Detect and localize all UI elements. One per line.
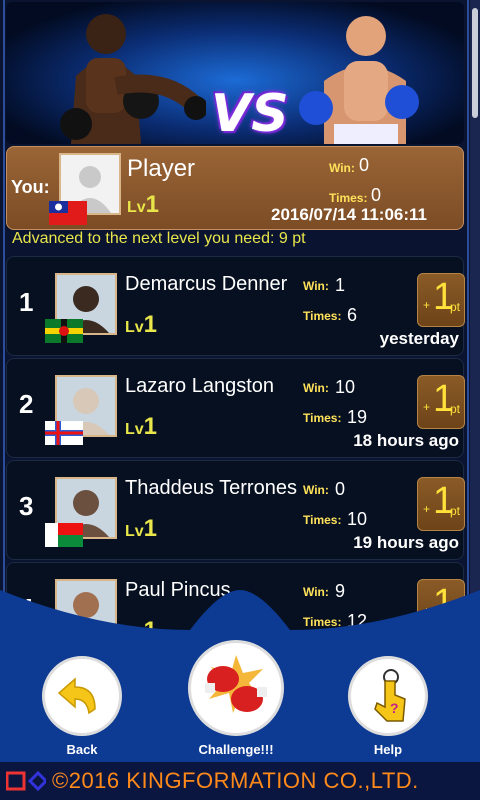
left-boxer-image [60, 14, 206, 144]
pt-unit: pt [450, 504, 461, 518]
ranking-row[interactable]: 3 Thaddeus Terrones Lv1 Win: 0 Times: 10… [6, 460, 465, 560]
taiwan-flag-icon [49, 201, 87, 225]
player-level: Lv1 [127, 191, 159, 219]
opponent-level: Lv1 [125, 311, 157, 339]
add-point-button[interactable]: + 1 pt [417, 375, 465, 429]
level-prefix: Lv [125, 319, 144, 336]
win-label: Win: [303, 483, 329, 497]
player-name: Player [127, 155, 196, 182]
right-boxer-image [299, 16, 419, 144]
opponent-name: Lazaro Langston [125, 375, 275, 397]
opponent-flag [45, 421, 83, 445]
you-label: You: [11, 177, 50, 197]
times-label: Times: [303, 309, 342, 323]
player-card: You: Player Lv1 Win: 0 Times: 0 2016/07/… [6, 146, 464, 230]
opponent-flag [45, 523, 83, 547]
level-value: 1 [143, 515, 158, 542]
opponent-name: Demarcus Denner [125, 273, 288, 295]
country-flag-icon [45, 523, 83, 547]
pt-plus: + [423, 502, 431, 516]
times-label: Times: [303, 411, 342, 425]
vs-label: VS [211, 84, 289, 144]
back-button-label[interactable]: Back [42, 742, 122, 757]
last-played-time: 19 hours ago [353, 533, 459, 552]
country-flag-icon [45, 319, 83, 343]
level-prefix: Lv [125, 421, 144, 438]
svg-text:?: ? [390, 700, 399, 716]
back-arrow-icon [57, 677, 96, 715]
country-flag-icon [45, 421, 83, 445]
advance-requirement-text: Advanced to the next level you need: 9 p… [12, 230, 306, 247]
versus-banner: VS [6, 2, 464, 144]
win-value: 0 [335, 479, 346, 499]
level-prefix: Lv [127, 199, 146, 216]
pt-unit: pt [450, 300, 461, 314]
ranking-row[interactable]: 2 Lazaro Langston Lv1 Win: 10 Times: 19 … [6, 358, 465, 458]
last-played-time: 18 hours ago [353, 431, 459, 450]
copyright-text: ©2016 KINGFORMATION CO.,LTD. [52, 768, 419, 793]
opponent-name: Thaddeus Terrones [125, 477, 297, 499]
ranking-row[interactable]: 1 Demarcus Denner Lv1 Win: 1 Times: 6 + … [6, 256, 465, 356]
pt-plus: + [423, 400, 431, 414]
times-value: 6 [347, 305, 358, 325]
scrollbar-thumb[interactable] [472, 8, 478, 118]
rank-number: 3 [19, 491, 34, 521]
rank-number: 2 [19, 389, 34, 419]
times-value: 10 [347, 509, 368, 529]
add-point-button[interactable]: + 1 pt [417, 477, 465, 531]
help-button[interactable]: ? [348, 656, 428, 736]
pt-plus: + [423, 298, 431, 312]
times-value: 19 [347, 407, 368, 427]
win-value: 0 [359, 155, 370, 175]
help-button-label[interactable]: Help [348, 742, 428, 757]
times-label: Times: [329, 191, 368, 205]
player-datetime: 2016/07/14 11:06:11 [271, 205, 427, 224]
win-label: Win: [303, 279, 329, 293]
opponent-flag [45, 319, 83, 343]
win-label: Win: [329, 161, 355, 175]
rank-number: 1 [19, 287, 34, 317]
level-prefix: Lv [125, 523, 144, 540]
challenge-button-label[interactable]: Challenge!!! [180, 742, 292, 757]
last-played-time: yesterday [379, 329, 459, 348]
player-flag [49, 201, 87, 225]
boxing-gloves-icon [205, 655, 267, 713]
times-label: Times: [303, 513, 342, 527]
challenge-button[interactable] [188, 640, 284, 736]
opponent-level: Lv1 [125, 515, 157, 543]
level-value: 1 [143, 413, 158, 440]
win-value: 1 [335, 275, 346, 295]
win-value: 10 [335, 377, 356, 397]
back-button[interactable] [42, 656, 122, 736]
kingformation-logo-icon [6, 770, 46, 792]
pt-unit: pt [450, 402, 461, 416]
scrollbar[interactable] [470, 0, 480, 620]
level-value: 1 [145, 191, 160, 218]
footer: ©2016 KINGFORMATION CO.,LTD. [0, 762, 480, 800]
help-pointer-icon: ? [374, 669, 406, 722]
add-point-button[interactable]: + 1 pt [417, 273, 465, 327]
opponent-level: Lv1 [125, 413, 157, 441]
level-value: 1 [143, 311, 158, 338]
win-label: Win: [303, 381, 329, 395]
times-value: 0 [371, 185, 382, 205]
